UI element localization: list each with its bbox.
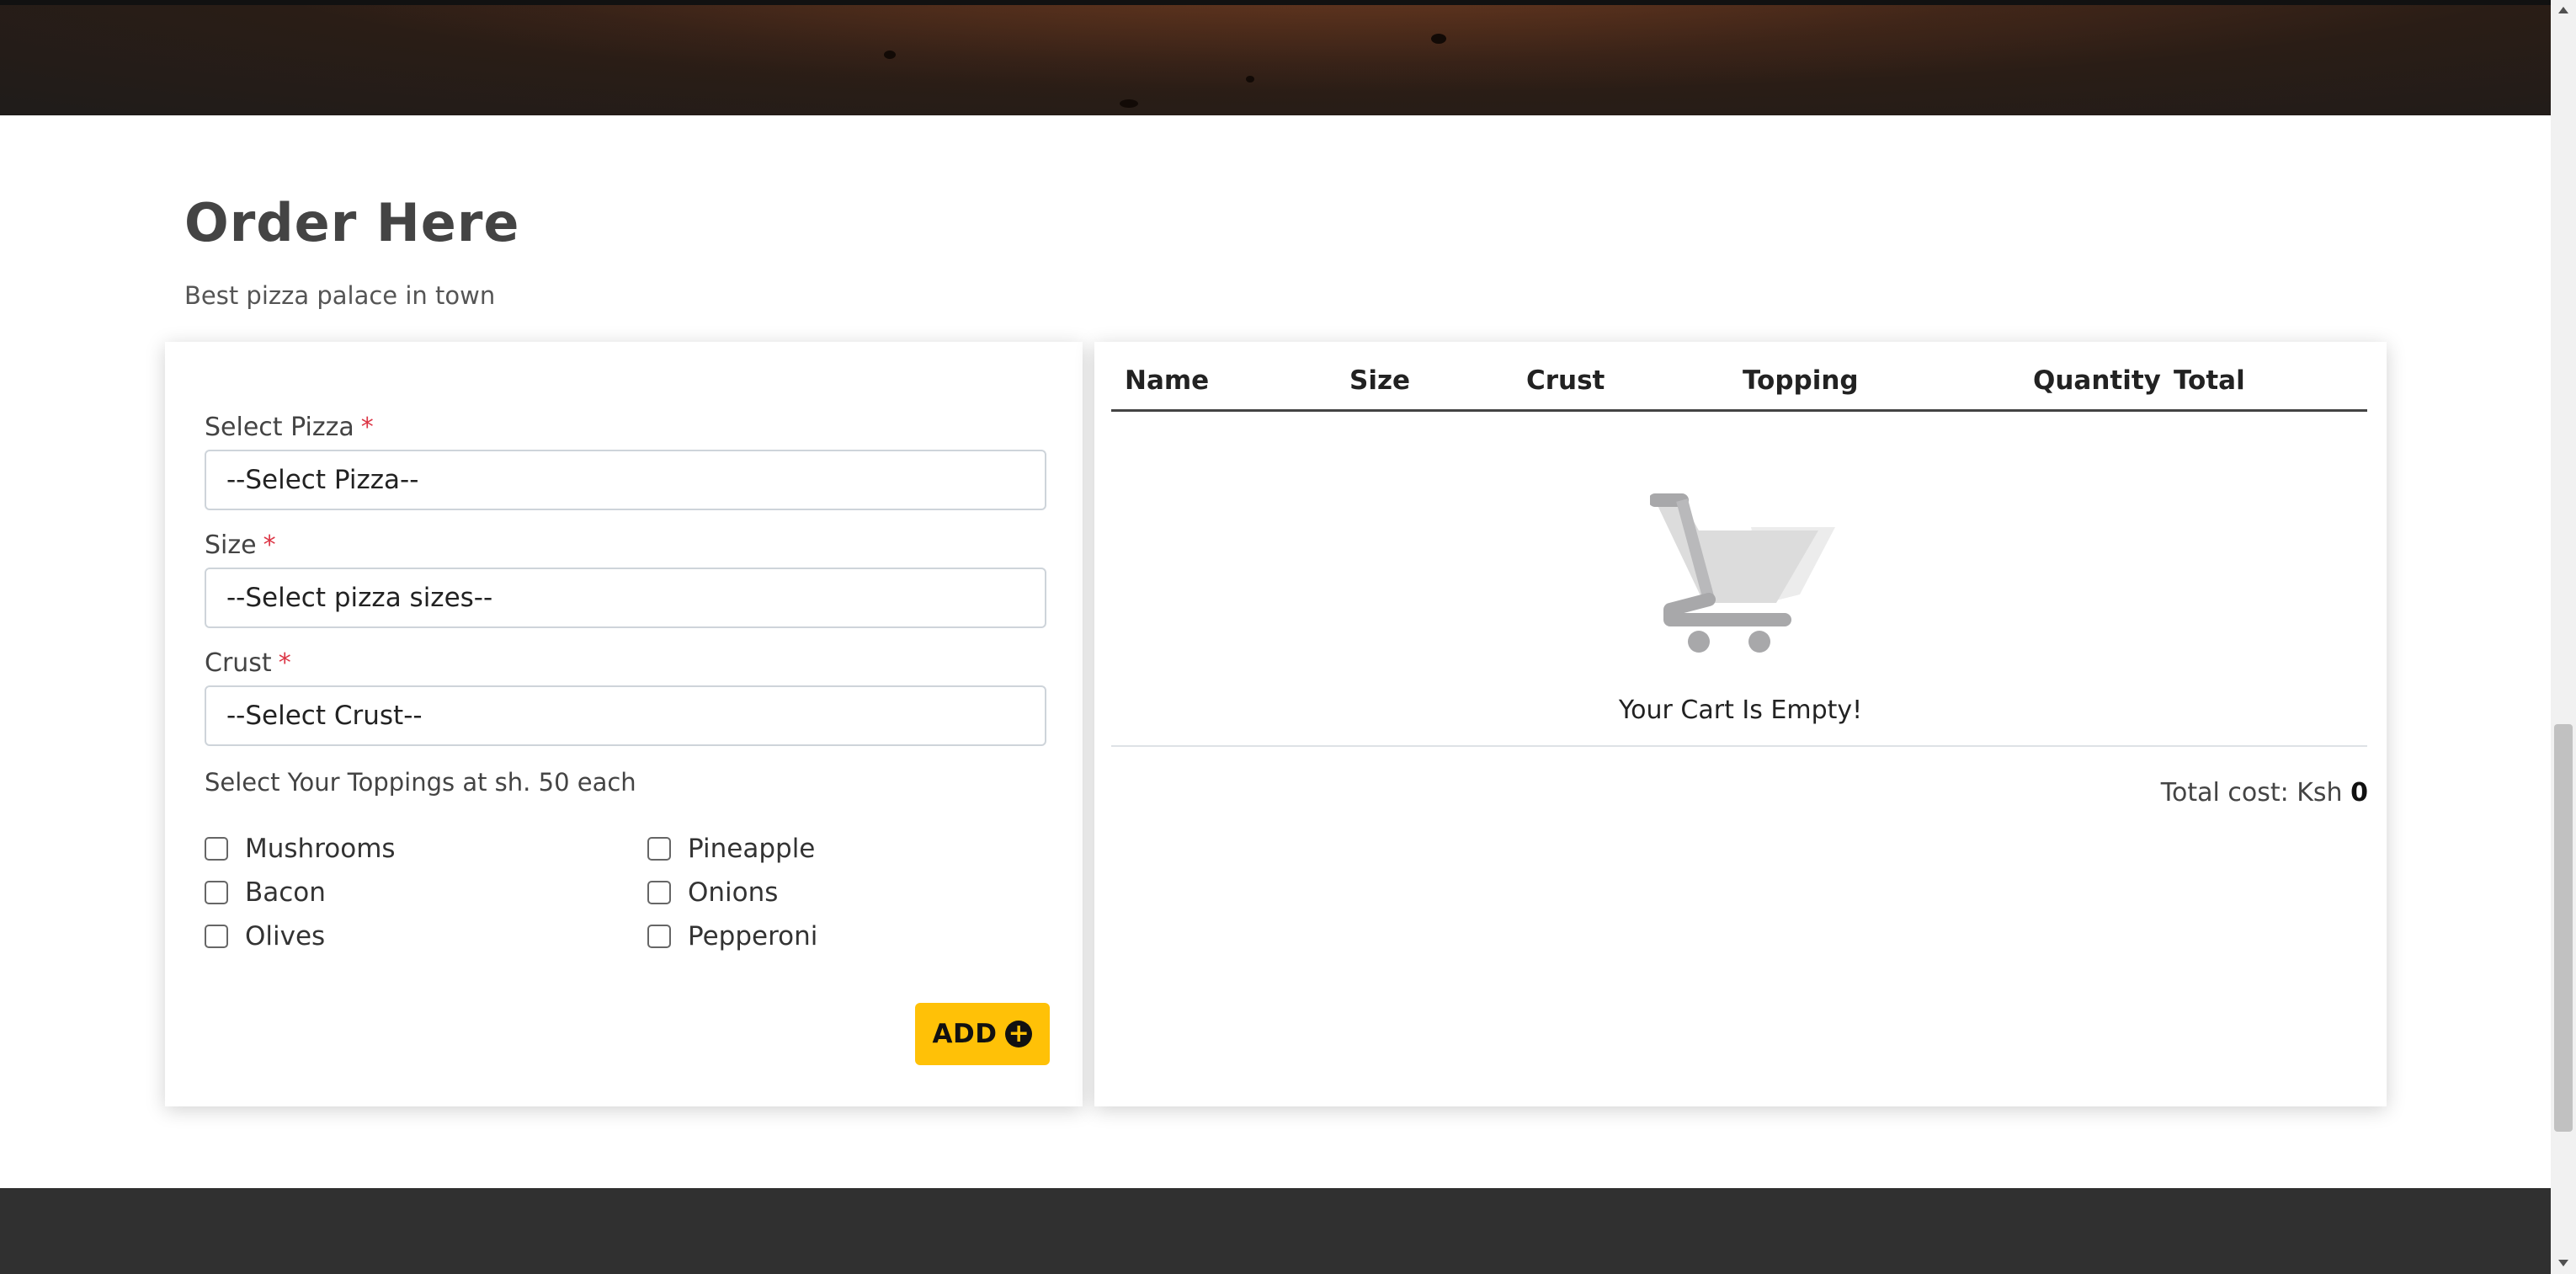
- crust-label-text: Crust: [205, 648, 272, 678]
- cart-card: Name Size Crust Topping Quantity Total Y…: [1094, 342, 2387, 1106]
- size-label-text: Size: [205, 530, 257, 560]
- table-header-rule: [1111, 409, 2367, 412]
- page-title: Order Here: [184, 192, 520, 253]
- empty-cart-icon: [1650, 493, 1835, 653]
- topping-option[interactable]: Mushrooms: [205, 834, 396, 864]
- page-footer: [0, 1188, 2551, 1274]
- hero-detail: [1120, 99, 1138, 108]
- plus-circle-icon: +: [1005, 1021, 1033, 1047]
- topping-option[interactable]: Pineapple: [647, 834, 815, 864]
- page-subtitle: Best pizza palace in town: [184, 281, 496, 310]
- topping-option[interactable]: Bacon: [205, 877, 326, 908]
- cart-column-total: Total: [2174, 365, 2245, 396]
- scrollbar-thumb[interactable]: [2554, 724, 2573, 1132]
- scroll-down-icon[interactable]: [2558, 1260, 2568, 1266]
- topping-label: Mushrooms: [245, 834, 396, 864]
- total-cost: Total cost: Ksh 0: [2161, 778, 2368, 808]
- cart-column-size: Size: [1349, 365, 1411, 396]
- topping-checkbox[interactable]: [647, 837, 671, 861]
- required-mark: *: [360, 413, 374, 442]
- crust-select[interactable]: --Select Crust--: [205, 685, 1046, 746]
- table-body-rule: [1111, 745, 2367, 747]
- hero-detail: [1431, 34, 1446, 44]
- topping-checkbox[interactable]: [205, 881, 228, 904]
- required-mark: *: [263, 530, 276, 560]
- cart-column-quantity: Quantity: [2033, 365, 2161, 396]
- topping-label: Bacon: [245, 877, 326, 908]
- empty-cart-message: Your Cart Is Empty!: [1618, 696, 1863, 725]
- crust-field-label: Crust *: [205, 648, 291, 678]
- topping-label: Olives: [245, 921, 326, 952]
- hero-top-edge: [0, 0, 2551, 5]
- add-button-label: ADD: [932, 1019, 998, 1049]
- cart-column-name: Name: [1125, 365, 1210, 396]
- topping-checkbox[interactable]: [647, 925, 671, 948]
- topping-label: Onions: [688, 877, 779, 908]
- toppings-label: Select Your Toppings at sh. 50 each: [205, 768, 636, 797]
- total-cost-value: 0: [2350, 778, 2368, 808]
- topping-option[interactable]: Onions: [647, 877, 778, 908]
- pizza-select[interactable]: --Select Pizza--: [205, 450, 1046, 510]
- pizza-label-text: Select Pizza: [205, 413, 354, 442]
- size-select[interactable]: --Select pizza sizes--: [205, 568, 1046, 628]
- topping-label: Pepperoni: [688, 921, 818, 952]
- topping-checkbox[interactable]: [647, 881, 671, 904]
- hero-detail: [1246, 76, 1254, 83]
- topping-checkbox[interactable]: [205, 837, 228, 861]
- total-cost-label: Total cost: Ksh: [2160, 778, 2343, 808]
- topping-option[interactable]: Olives: [205, 921, 325, 952]
- required-mark: *: [278, 648, 291, 678]
- hero-banner-image: [0, 0, 2551, 115]
- topping-option[interactable]: Pepperoni: [647, 921, 817, 952]
- pizza-field-label: Select Pizza *: [205, 413, 374, 442]
- topping-checkbox[interactable]: [205, 925, 228, 948]
- order-form-card: Select Pizza * --Select Pizza-- Size * --S…: [165, 342, 1083, 1106]
- hero-detail: [884, 51, 896, 59]
- size-field-label: Size *: [205, 530, 276, 560]
- scroll-up-icon[interactable]: [2558, 7, 2568, 13]
- cart-column-topping: Topping: [1743, 365, 1859, 396]
- topping-label: Pineapple: [688, 834, 816, 864]
- cart-column-crust: Crust: [1526, 365, 1605, 396]
- add-button[interactable]: ADD +: [915, 1003, 1050, 1065]
